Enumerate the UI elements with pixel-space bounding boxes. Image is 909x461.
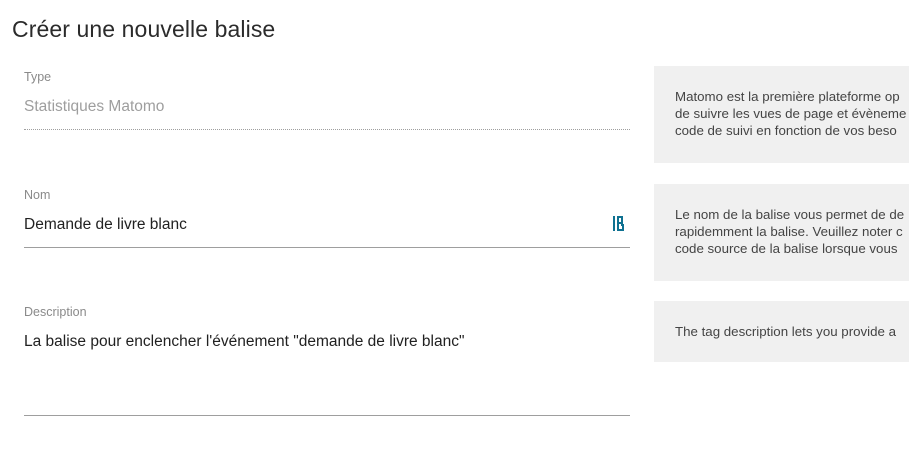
description-help-text: The tag description lets you provide a <box>675 324 897 339</box>
type-help-box: Matomo est la première plateforme op de … <box>654 66 909 163</box>
description-label: Description <box>24 305 87 319</box>
type-value: Statistiques Matomo <box>24 98 165 115</box>
name-label: Nom <box>24 188 51 202</box>
description-help-box: The tag description lets you provide a <box>654 301 909 362</box>
description-field-underline <box>24 415 630 416</box>
type-label: Type <box>24 70 52 84</box>
type-field-underline <box>24 129 630 130</box>
type-help-text: Matomo est la première plateforme op de … <box>675 89 907 138</box>
type-field: Type Statistiques Matomo <box>24 70 630 132</box>
name-field-underline <box>24 247 630 248</box>
name-field[interactable]: Nom Demande de livre blanc <box>24 188 630 250</box>
password-manager-icon[interactable] <box>612 215 626 232</box>
page-title: Créer une nouvelle balise <box>12 16 276 42</box>
description-field[interactable]: Description La balise pour enclencher l'… <box>24 305 630 419</box>
name-input-value[interactable]: Demande de livre blanc <box>24 216 187 234</box>
name-help-box: Le nom de la balise vous permet de de ra… <box>654 184 909 281</box>
name-help-text: Le nom de la balise vous permet de de ra… <box>675 207 905 256</box>
description-textarea-value[interactable]: La balise pour enclencher l'événement "d… <box>24 333 465 351</box>
